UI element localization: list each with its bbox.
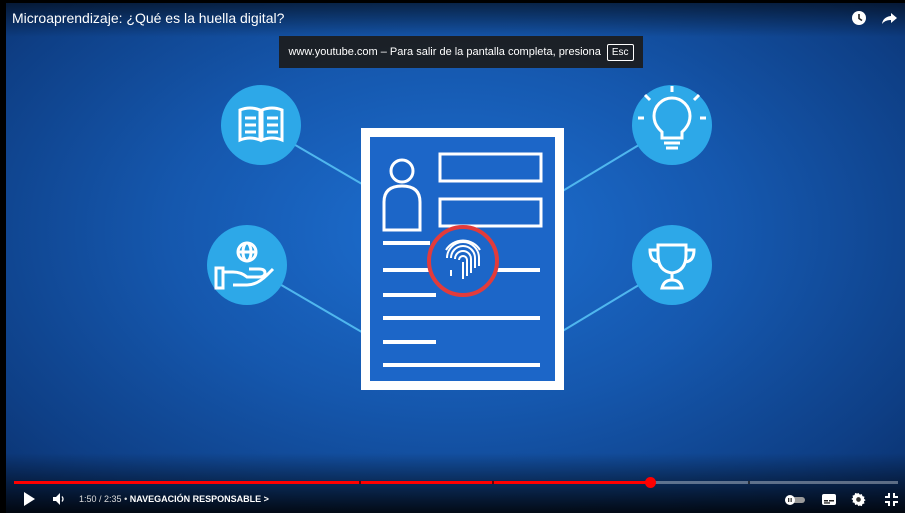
video-player[interactable]: Microaprendizaje: ¿Qué es la huella digi…: [0, 0, 905, 513]
video-frame: [207, 85, 712, 390]
play-icon[interactable]: [22, 491, 36, 507]
chapter-divider: [748, 481, 750, 484]
esc-key-badge: Esc: [606, 43, 634, 61]
chapter-divider: [359, 481, 361, 484]
duration: 2:35: [104, 494, 122, 504]
progress-bar[interactable]: [14, 477, 898, 488]
document-illustration: [361, 128, 564, 390]
share-icon[interactable]: [881, 9, 899, 27]
progress-played: [14, 481, 650, 484]
exit-fullscreen-icon[interactable]: [884, 492, 899, 507]
current-time: 1:50: [79, 494, 97, 504]
video-title[interactable]: Microaprendizaje: ¿Qué es la huella digi…: [12, 10, 284, 26]
chapter-title[interactable]: NAVEGACIÓN RESPONSABLE: [130, 494, 261, 504]
lightbulb-icon: [632, 85, 712, 165]
book-icon: [221, 85, 301, 165]
scrubber-handle[interactable]: [645, 477, 656, 488]
left-border: [0, 0, 6, 513]
volume-icon[interactable]: [52, 492, 68, 506]
fingerprint-icon: [427, 225, 499, 297]
settings-icon[interactable]: [851, 492, 866, 507]
trophy-icon: [632, 225, 712, 305]
fullscreen-notice: www.youtube.com – Para salir de la panta…: [279, 36, 643, 68]
watch-later-icon[interactable]: [850, 9, 868, 27]
fullscreen-notice-text: www.youtube.com – Para salir de la panta…: [288, 46, 601, 58]
autoplay-toggle-icon[interactable]: [783, 494, 807, 506]
chapter-bullet: •: [121, 494, 130, 504]
time-separator: /: [96, 494, 105, 504]
chapter-chevron-icon[interactable]: >: [261, 494, 269, 504]
subtitles-icon[interactable]: [821, 493, 837, 506]
chapter-divider: [492, 481, 494, 484]
time-display: 1:50 / 2:35 • NAVEGACIÓN RESPONSABLE >: [79, 494, 269, 504]
globe-hand-icon: [207, 225, 287, 305]
